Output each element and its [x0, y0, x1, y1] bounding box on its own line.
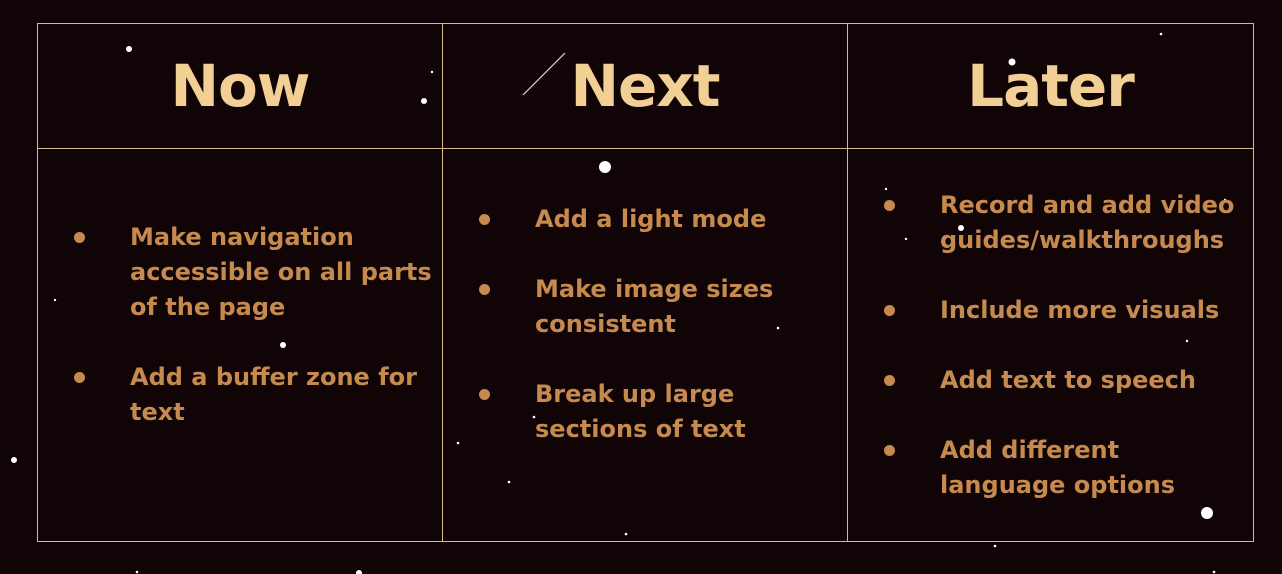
column-title-now: Now	[170, 52, 311, 120]
bullet-icon	[884, 375, 895, 386]
list-item-text: Make image sizes consistent	[535, 275, 774, 338]
list-item: Include more visuals	[884, 293, 1243, 328]
list-item: Add different language options	[884, 433, 1243, 503]
decorative-slash	[522, 52, 566, 96]
bullet-icon	[884, 445, 895, 456]
bullet-icon	[884, 200, 895, 211]
list-item-text: Record and add video guides/walkthroughs	[940, 191, 1235, 254]
list-item: Break up large sections of text	[479, 377, 837, 447]
bullet-icon	[74, 232, 85, 243]
item-list-now: Make navigation accessible on all parts …	[74, 220, 432, 465]
item-list-later: Record and add video guides/walkthroughs…	[884, 188, 1243, 538]
column-header-now: Now	[38, 24, 443, 149]
list-item-text: Make navigation accessible on all parts …	[130, 223, 432, 321]
list-item-text: Add a light mode	[535, 205, 767, 233]
column-body-now: Make navigation accessible on all parts …	[38, 149, 443, 541]
bullet-icon	[479, 214, 490, 225]
column-header-next: Next	[443, 24, 848, 149]
list-item-text: Break up large sections of text	[535, 380, 746, 443]
list-item-text: Add text to speech	[940, 366, 1196, 394]
list-item: Add a light mode	[479, 202, 837, 237]
list-item-text: Add different language options	[940, 436, 1176, 499]
column-header-later: Later	[848, 24, 1253, 149]
bullet-icon	[479, 389, 490, 400]
column-title-next: Next	[570, 52, 720, 120]
list-item: Make image sizes consistent	[479, 272, 837, 342]
column-body-later: Record and add video guides/walkthroughs…	[848, 149, 1253, 541]
bullet-icon	[479, 284, 490, 295]
bullet-icon	[884, 305, 895, 316]
list-item: Add a buffer zone for text	[74, 360, 432, 430]
list-item: Add text to speech	[884, 363, 1243, 398]
item-list-next: Add a light mode Make image sizes consis…	[479, 202, 837, 482]
list-item-text: Add a buffer zone for text	[130, 363, 417, 426]
list-item: Record and add video guides/walkthroughs	[884, 188, 1243, 258]
list-item: Make navigation accessible on all parts …	[74, 220, 432, 325]
list-item-text: Include more visuals	[940, 296, 1220, 324]
roadmap-board: Now Next Later Make navigation accessibl…	[37, 23, 1254, 542]
bullet-icon	[74, 372, 85, 383]
column-title-later: Later	[967, 52, 1135, 120]
column-body-next: Add a light mode Make image sizes consis…	[443, 149, 848, 541]
